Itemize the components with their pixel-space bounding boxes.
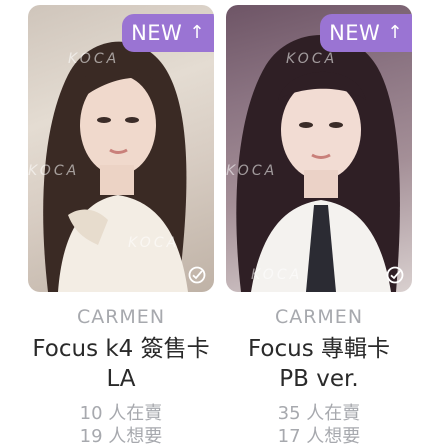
check-circle-icon[interactable] <box>188 266 206 284</box>
watermark: KOCA <box>226 163 278 179</box>
photocard-item[interactable]: KOCA KOCA KOCA NEW ↑ CARMEN Focus k4 簽售卡… <box>28 0 214 448</box>
arrow-up-icon: ↑ <box>387 22 403 43</box>
selling-count: 35 人在賣 <box>277 403 361 424</box>
artist-name: CARMEN <box>76 306 166 328</box>
watermark: KOCA <box>251 267 303 283</box>
photocard-image[interactable]: KOCA KOCA KOCA NEW ↑ <box>28 5 214 292</box>
selling-count: 10 人在賣 <box>79 403 163 424</box>
card-title[interactable]: Focus k4 簽售卡 LA <box>28 334 214 394</box>
check-circle-icon[interactable] <box>386 266 404 284</box>
photocard-image[interactable]: KOCA KOCA KOCA NEW ↑ <box>226 5 412 292</box>
arrow-up-icon: ↑ <box>189 22 205 43</box>
watermark: KOCA <box>128 235 180 251</box>
watermark: KOCA <box>28 163 80 179</box>
watermark: KOCA <box>68 51 120 67</box>
badge-label: NEW <box>131 21 183 45</box>
photocard-item[interactable]: KOCA KOCA KOCA NEW ↑ CARMEN Focus 專輯卡 PB… <box>226 0 412 448</box>
new-badge: NEW ↑ <box>320 14 412 52</box>
watermark: KOCA <box>286 51 338 67</box>
badge-label: NEW <box>329 21 381 45</box>
artist-name: CARMEN <box>274 306 364 328</box>
new-badge: NEW ↑ <box>122 14 214 52</box>
card-title[interactable]: Focus 專輯卡 PB ver. <box>226 334 412 394</box>
